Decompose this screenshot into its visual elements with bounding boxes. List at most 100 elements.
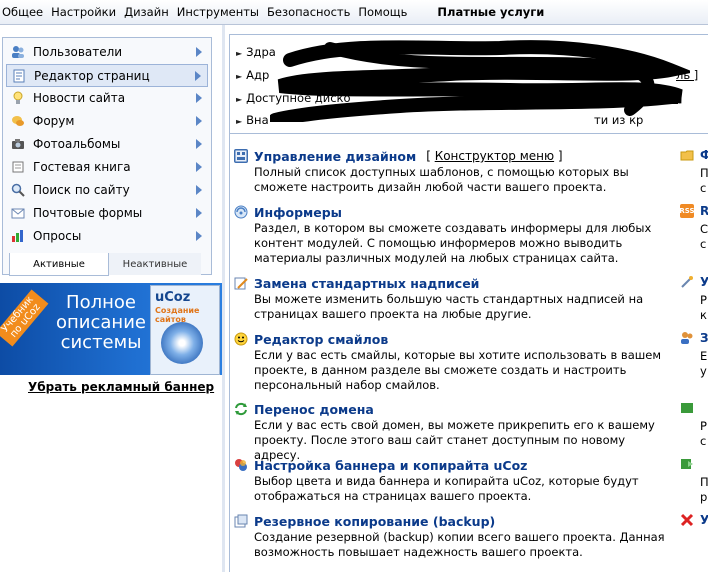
search-icon — [11, 183, 25, 197]
sidebar-item-label: Почтовые формы — [33, 205, 143, 220]
section-informers: Информеры Раздел, в котором вы сможете с… — [234, 204, 674, 266]
book-subtitle: Создание сайтов — [155, 306, 200, 324]
right-item-desc: у — [700, 364, 707, 378]
news-icon — [11, 91, 25, 105]
sidebar-item-label: Новости сайта — [33, 90, 126, 105]
book-title: uCoz — [155, 290, 191, 305]
right-item-desc: П — [700, 166, 708, 180]
sidebar-item-label: Опросы — [33, 228, 82, 243]
section-description: Вы можете изменить большую часть стандар… — [254, 292, 644, 321]
backup-link[interactable]: Резервное копирование (backup) — [254, 514, 495, 529]
bullet-arrow-icon: ► — [236, 117, 243, 126]
right-item-4[interactable]: З Е у — [680, 331, 708, 378]
ad-banner[interactable]: Учебник по uCoz Полное описание системы … — [0, 283, 222, 375]
chevron-right-icon — [196, 230, 202, 241]
right-item-label: З — [700, 331, 708, 345]
pane-divider[interactable] — [222, 25, 225, 572]
smiley-editor-link[interactable]: Редактор смайлов — [254, 332, 388, 347]
info-line-4: Вна — [246, 113, 269, 127]
right-item-desc: р — [700, 490, 708, 504]
replace-labels-link[interactable]: Замена стандартных надписей — [254, 276, 479, 291]
green-arrow-icon — [680, 457, 694, 471]
backup-icon — [234, 514, 248, 528]
menu-builder-wrapper: [ Конструктор меню ] — [426, 149, 563, 163]
section-smiley-editor: Редактор смайлов Если у вас есть смайлы,… — [234, 331, 674, 393]
page-editor-icon — [12, 69, 26, 83]
design-icon — [234, 149, 248, 163]
right-item-desc: с — [700, 181, 707, 195]
tab-active[interactable]: Активные — [9, 253, 109, 276]
banner-copyright-link[interactable]: Настройка баннера и копирайта uCoz — [254, 458, 527, 473]
delete-icon — [680, 513, 694, 527]
right-item-desc: Р — [700, 419, 707, 433]
right-item-desc: С — [700, 222, 708, 236]
right-item-6[interactable]: П р — [680, 457, 708, 504]
sidebar-item-polls[interactable]: Опросы — [6, 225, 208, 246]
menu-general[interactable]: Общее — [0, 5, 47, 19]
banner-icon — [234, 458, 248, 472]
sidebar-item-label: Редактор страниц — [34, 68, 150, 83]
sidebar-item-label: Фотоальбомы — [33, 136, 121, 151]
section-replace-labels: Замена стандартных надписей Вы можете из… — [234, 275, 674, 322]
forum-icon — [11, 114, 25, 128]
section-description: Раздел, в котором вы сможете создавать и… — [254, 221, 652, 265]
module-tabs: Активные Неактивные — [9, 253, 201, 276]
chevron-right-icon — [196, 115, 202, 126]
right-item-3[interactable]: У Р к — [680, 275, 708, 322]
sidebar-item-guestbook[interactable]: Гостевая книга — [6, 156, 208, 177]
right-item-1[interactable]: Ф П с — [680, 148, 708, 195]
right-item-desc: с — [700, 434, 707, 448]
chevron-right-icon — [195, 70, 201, 81]
left-pane: Пользователи Редактор страниц Новости са… — [0, 25, 222, 572]
menu-security[interactable]: Безопасность — [263, 5, 354, 19]
section-domain-transfer: Перенос домена Если у вас есть свой доме… — [234, 401, 674, 463]
right-item-desc: Е — [700, 349, 708, 363]
top-menu-bar: Общее Настройки Дизайн Инструменты Безоп… — [0, 0, 708, 25]
bullet-arrow-icon: ► — [236, 49, 243, 58]
banner-ribbon: Учебник по uCoz — [0, 289, 49, 347]
menu-tools[interactable]: Инструменты — [173, 5, 263, 19]
mail-icon — [11, 206, 25, 220]
users-group-icon — [680, 331, 694, 345]
menu-help[interactable]: Помощь — [354, 5, 411, 19]
sidebar-item-users[interactable]: Пользователи — [6, 41, 208, 62]
remove-banner-link[interactable]: Убрать рекламный баннер — [28, 380, 214, 394]
menu-builder-link[interactable]: Конструктор меню — [435, 149, 554, 163]
domain-transfer-link[interactable]: Перенос домена — [254, 402, 374, 417]
right-item-desc: Р — [700, 293, 707, 307]
informers-link[interactable]: Информеры — [254, 205, 342, 220]
sidebar-item-photoalbums[interactable]: Фотоальбомы — [6, 133, 208, 154]
sidebar-item-news[interactable]: Новости сайта — [6, 87, 208, 108]
right-item-7[interactable]: У — [680, 513, 708, 527]
chevron-right-icon — [196, 138, 202, 149]
sidebar-item-site-search[interactable]: Поиск по сайту — [6, 179, 208, 200]
sidebar-item-page-editor[interactable]: Редактор страниц — [6, 64, 208, 87]
menu-paid-services[interactable]: Платные услуги — [433, 5, 548, 19]
bullet-arrow-icon: ► — [236, 95, 243, 104]
redaction-scribble — [270, 40, 690, 122]
chevron-right-icon — [196, 92, 202, 103]
banner-text: Полное описание системы — [56, 292, 146, 353]
menu-design[interactable]: Дизайн — [120, 5, 173, 19]
green-box-icon — [680, 401, 694, 415]
tools-icon — [680, 275, 694, 289]
design-management-link[interactable]: Управление дизайном — [254, 149, 416, 164]
informer-icon — [234, 205, 248, 219]
chevron-right-icon — [196, 161, 202, 172]
menu-settings[interactable]: Настройки — [47, 5, 120, 19]
sidebar-item-mail-forms[interactable]: Почтовые формы — [6, 202, 208, 223]
right-item-2[interactable]: RSS R С с — [679, 204, 708, 251]
bullet-arrow-icon: ► — [236, 72, 243, 81]
module-list: Пользователи Редактор страниц Новости са… — [2, 37, 212, 275]
right-item-label: У — [700, 513, 708, 527]
right-item-5[interactable]: Р с — [680, 401, 707, 448]
users-icon — [11, 45, 25, 59]
section-banner-copyright: Настройка баннера и копирайта uCoz Выбор… — [234, 457, 674, 504]
right-item-desc: к — [700, 308, 707, 322]
tab-inactive[interactable]: Неактивные — [109, 253, 201, 275]
sidebar-item-label: Поиск по сайту — [33, 182, 130, 197]
camera-icon — [11, 137, 25, 151]
disc-icon — [161, 322, 203, 364]
sidebar-item-label: Гостевая книга — [33, 159, 131, 174]
sidebar-item-forum[interactable]: Форум — [6, 110, 208, 131]
